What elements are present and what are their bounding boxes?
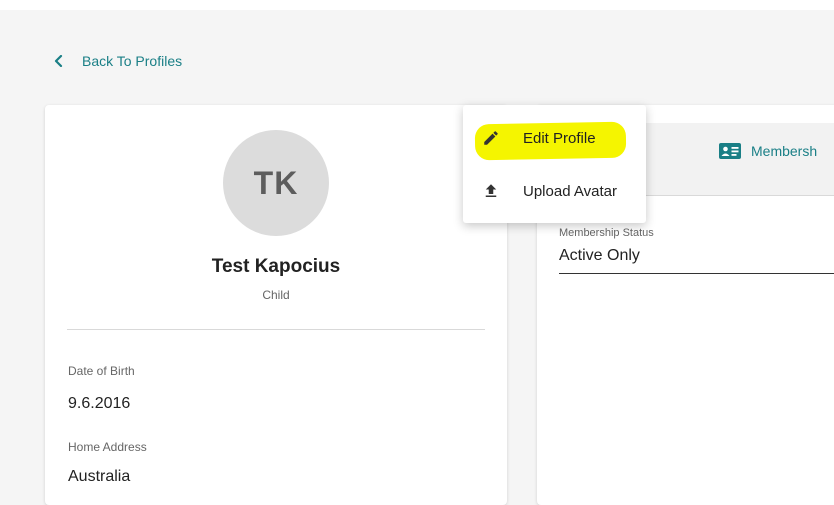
dob-label: Date of Birth <box>68 364 135 378</box>
membership-status-select[interactable]: Active Only <box>559 247 640 265</box>
menu-item-label: Edit Profile <box>523 129 596 147</box>
id-card-icon <box>719 143 741 159</box>
menu-item-edit-profile[interactable]: Edit Profile <box>463 115 646 161</box>
back-to-profiles-label: Back To Profiles <box>82 53 183 69</box>
avatar-initials: TK <box>253 164 299 201</box>
profile-name: Test Kapocius <box>211 256 341 277</box>
membership-status-label: Membership Status <box>559 227 654 239</box>
profile-card: TK Test Kapocius Child Date of Birth 9.6… <box>45 105 507 505</box>
pencil-icon <box>479 126 503 150</box>
home-address-label: Home Address <box>68 440 147 454</box>
top-bar <box>0 0 834 10</box>
tab-membership-label: Membersh <box>751 143 818 159</box>
upload-icon <box>479 179 503 203</box>
chevron-left-icon <box>50 52 68 70</box>
back-to-profiles-link[interactable]: Back To Profiles <box>50 52 182 70</box>
dob-value: 9.6.2016 <box>68 395 131 412</box>
home-address-value: Australia <box>68 468 131 485</box>
menu-item-upload-avatar[interactable]: Upload Avatar <box>463 168 646 214</box>
profile-role: Child <box>262 288 290 302</box>
divider <box>67 329 485 330</box>
select-underline <box>559 273 834 274</box>
tab-membership[interactable]: Membersh <box>719 143 817 159</box>
avatar: TK <box>223 130 329 236</box>
profile-actions-menu: Edit Profile Upload Avatar <box>463 105 646 223</box>
menu-item-label: Upload Avatar <box>523 182 617 200</box>
